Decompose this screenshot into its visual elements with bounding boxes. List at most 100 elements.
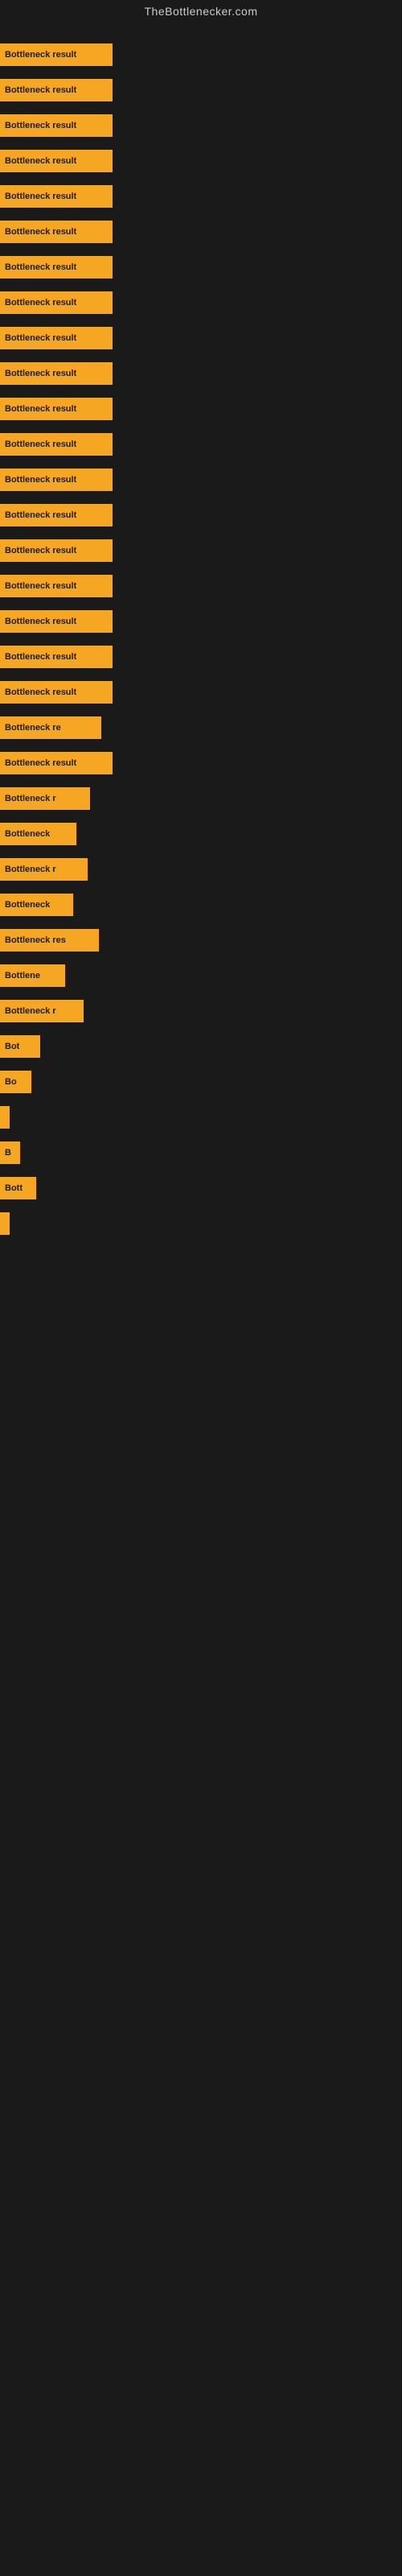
bar-label: Bottleneck re [5, 723, 61, 733]
bottleneck-bar: Bottleneck result [0, 469, 113, 491]
bar-row: Bottleneck result [0, 391, 402, 427]
bottleneck-bar: Bottleneck result [0, 681, 113, 704]
bar-row: Bottleneck result [0, 568, 402, 604]
bar-row: B [0, 1135, 402, 1170]
bottleneck-bar: Bottleneck result [0, 291, 113, 314]
bar-label: Bottleneck result [5, 85, 76, 95]
bottleneck-bar: Bottleneck result [0, 575, 113, 597]
bar-row: Bottleneck r [0, 993, 402, 1029]
bar-label: Bottleneck result [5, 510, 76, 520]
bar-label: Bottleneck result [5, 758, 76, 768]
bar-label: Bottleneck result [5, 121, 76, 130]
bar-row: Bottleneck result [0, 427, 402, 462]
bar-label: Bottleneck result [5, 440, 76, 449]
bar-label: Bottleneck res [5, 935, 66, 945]
bottleneck-bar: Bottleneck result [0, 504, 113, 526]
bottleneck-bar: Bott [0, 1177, 36, 1199]
bar-label: Bottleneck result [5, 298, 76, 308]
bar-label: Bottleneck result [5, 404, 76, 414]
bottleneck-bar: Bottleneck result [0, 398, 113, 420]
bar-label: Bottleneck r [5, 1006, 56, 1016]
bar-label: Bottleneck result [5, 156, 76, 166]
bar-label: Bottleneck result [5, 50, 76, 60]
bottleneck-bar [0, 1212, 10, 1235]
bar-label: Bottleneck result [5, 652, 76, 662]
bar-row: Bottleneck r [0, 781, 402, 816]
bar-label: Bottleneck result [5, 262, 76, 272]
bottleneck-bar: Bottleneck [0, 894, 73, 916]
bottleneck-bar: Bottleneck result [0, 79, 113, 101]
bottleneck-bar: Bottleneck result [0, 646, 113, 668]
bottleneck-bar: Bottleneck result [0, 185, 113, 208]
bottleneck-bar: Bottleneck r [0, 787, 90, 810]
bottleneck-bar: Bottleneck result [0, 610, 113, 633]
bottleneck-bar: Bottleneck r [0, 1000, 84, 1022]
bar-row: Bottleneck result [0, 108, 402, 143]
bar-row: Bottleneck [0, 816, 402, 852]
bottleneck-bar: Bottleneck result [0, 539, 113, 562]
bottleneck-bar: Bottleneck res [0, 929, 99, 952]
bar-label: Bott [5, 1183, 23, 1193]
bar-label: Bottleneck result [5, 546, 76, 555]
bottleneck-bar: Bottleneck result [0, 150, 113, 172]
bottleneck-bar: Bo [0, 1071, 31, 1093]
bar-label: Bottleneck result [5, 687, 76, 697]
bottleneck-bar: Bottleneck result [0, 433, 113, 456]
bar-row: Bottleneck result [0, 533, 402, 568]
bar-row: Bot [0, 1029, 402, 1064]
bottleneck-bar: Bottleneck result [0, 114, 113, 137]
bar-label: Bottleneck result [5, 475, 76, 485]
bottleneck-bar: Bottleneck result [0, 43, 113, 66]
bar-row: Bottleneck result [0, 604, 402, 639]
bar-row [0, 1206, 402, 1241]
bar-row: Bottleneck result [0, 214, 402, 250]
bottleneck-bar: Bottleneck [0, 823, 76, 845]
bar-row: Bottleneck result [0, 497, 402, 533]
bar-label: Bottleneck [5, 829, 50, 839]
bar-row: Bottleneck result [0, 356, 402, 391]
bottleneck-bar: Bottleneck result [0, 221, 113, 243]
bar-label: Bottleneck result [5, 617, 76, 626]
bar-row: Bottleneck result [0, 72, 402, 108]
bar-row: Bottleneck result [0, 320, 402, 356]
bar-row: Bottleneck result [0, 675, 402, 710]
bar-row: Bottleneck r [0, 852, 402, 887]
bar-label: Bottleneck result [5, 333, 76, 343]
bar-row: Bo [0, 1064, 402, 1100]
bar-row: Bott [0, 1170, 402, 1206]
bar-label: Bottleneck [5, 900, 50, 910]
bar-row: Bottleneck result [0, 462, 402, 497]
bottleneck-bar: Bottleneck re [0, 716, 101, 739]
bar-label: Bo [5, 1077, 17, 1087]
bar-row: Bottleneck result [0, 143, 402, 179]
bar-label: Bottleneck result [5, 192, 76, 201]
bar-row: Bottleneck result [0, 37, 402, 72]
bottleneck-bar [0, 1106, 10, 1129]
bottleneck-bar: Bottleneck result [0, 327, 113, 349]
bottleneck-bar: B [0, 1141, 20, 1164]
bottleneck-bar: Bottleneck result [0, 362, 113, 385]
bar-label: Bottleneck r [5, 865, 56, 874]
bottleneck-bar: Bot [0, 1035, 40, 1058]
bar-row: Bottlene [0, 958, 402, 993]
bar-row: Bottleneck res [0, 923, 402, 958]
bar-label: Bottleneck result [5, 581, 76, 591]
bar-row: Bottleneck result [0, 745, 402, 781]
bottleneck-bar: Bottleneck result [0, 752, 113, 774]
bar-row: Bottleneck result [0, 639, 402, 675]
bar-row: Bottleneck result [0, 285, 402, 320]
bottleneck-bar: Bottleneck r [0, 858, 88, 881]
bar-row: Bottleneck result [0, 250, 402, 285]
bar-label: B [5, 1148, 11, 1158]
bar-label: Bottleneck result [5, 369, 76, 378]
site-title: TheBottlenecker.com [0, 0, 402, 23]
bottleneck-bar: Bottlene [0, 964, 65, 987]
bar-row: Bottleneck [0, 887, 402, 923]
bar-label: Bot [5, 1042, 19, 1051]
bar-label: Bottlene [5, 971, 40, 980]
bar-row: Bottleneck result [0, 179, 402, 214]
bar-label: Bottleneck r [5, 794, 56, 803]
bottleneck-bar: Bottleneck result [0, 256, 113, 279]
bars-container: Bottleneck result Bottleneck result Bottle… [0, 23, 402, 1254]
bar-row: Bottleneck re [0, 710, 402, 745]
